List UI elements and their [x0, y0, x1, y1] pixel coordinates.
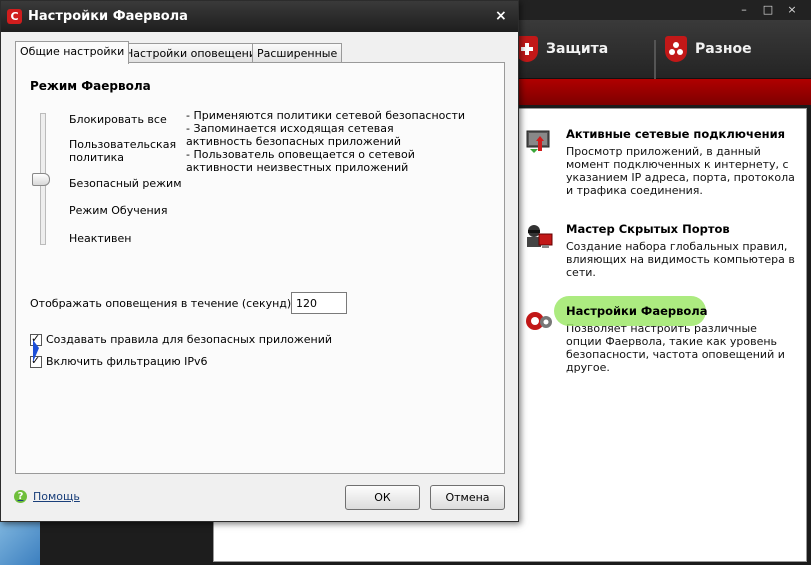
level-training-mode: Режим Обучения — [69, 204, 168, 217]
tab-general-settings[interactable]: Общие настройки — [15, 41, 130, 64]
list-item-active-connections[interactable]: Активные сетевые подключения Просмотр пр… — [526, 127, 796, 197]
tab-protection-label: Защита — [546, 41, 609, 57]
create-rules-label: Создавать правила для безопасных приложе… — [46, 333, 333, 346]
item-description: Создание набора глобальных правил, влияю… — [566, 240, 795, 279]
mouse-cursor-icon — [33, 340, 39, 362]
create-rules-checkbox-row[interactable]: Создавать правила для безопасных приложе… — [30, 332, 333, 346]
dialog-title: Настройки Фаервола — [28, 9, 188, 24]
tab-misc-label: Разное — [695, 41, 752, 57]
network-connections-icon — [526, 130, 550, 153]
tab-misc[interactable]: Разное — [665, 20, 752, 78]
item-description: Позволяет настроить различные опции Фаер… — [566, 322, 785, 374]
maximize-icon[interactable]: □ — [759, 2, 777, 18]
list-item-firewall-settings[interactable]: Настройки Фаервола Позволяет настроить р… — [526, 296, 796, 374]
description-line: - Применяются политики сетевой безопасно… — [186, 109, 466, 122]
firewall-settings-icon — [526, 312, 552, 330]
help-label: Помощь — [33, 490, 80, 503]
description-line: - Запоминается исходящая сетевая активно… — [186, 122, 402, 148]
item-title: Активные сетевые подключения — [566, 127, 786, 141]
firewall-mode-title: Режим Фаервола — [30, 79, 151, 93]
level-block-all: Блокировать все — [69, 113, 167, 126]
tab-notification-settings[interactable]: Настройки оповещений — [120, 43, 269, 63]
firewall-settings-dialog: C Настройки Фаервола × Общие настройки Н… — [0, 0, 519, 522]
dialog-titlebar[interactable]: C Настройки Фаервола × — [1, 1, 518, 32]
item-description: Просмотр приложений, в данный момент под… — [566, 145, 795, 197]
mode-description: - Применяются политики сетевой безопасно… — [186, 109, 486, 174]
close-icon[interactable]: × — [783, 2, 801, 18]
tab-advanced[interactable]: Расширенные — [252, 43, 343, 63]
level-safe-mode: Безопасный режим — [69, 177, 182, 190]
app-logo-icon: C — [7, 9, 22, 24]
general-settings-panel: Режим Фаервола Блокировать все Пользоват… — [15, 62, 505, 474]
ipv6-checkbox-row[interactable]: Включить фильтрацию IPv6 — [30, 354, 208, 368]
item-title: Настройки Фаервола — [566, 304, 708, 318]
stealth-ports-icon — [527, 225, 553, 248]
ok-button[interactable]: ОК — [345, 485, 420, 510]
ipv6-label: Включить фильтрацию IPv6 — [46, 355, 208, 368]
minimize-icon[interactable]: – — [735, 2, 753, 18]
desktop-background — [0, 520, 40, 565]
notify-duration-label: Отображать оповещения в течение (секунд)… — [30, 297, 295, 310]
shield-dots-icon — [665, 36, 687, 62]
slider-thumb[interactable] — [32, 173, 50, 186]
shield-plus-icon — [516, 36, 538, 62]
help-link[interactable]: ? Помощь — [14, 490, 80, 503]
level-disabled: Неактивен — [69, 232, 132, 245]
tab-protection[interactable]: Защита — [516, 20, 608, 78]
description-line: - Пользователь оповещается о сетевой акт… — [186, 148, 415, 174]
level-custom-policy: Пользовательская политика — [69, 138, 177, 164]
list-item-stealth-ports[interactable]: Мастер Скрытых Портов Создание набора гл… — [527, 222, 796, 279]
cancel-button[interactable]: Отмена — [430, 485, 505, 510]
help-icon: ? — [14, 490, 27, 503]
notify-duration-input[interactable] — [291, 292, 347, 314]
close-icon[interactable]: × — [495, 8, 507, 24]
item-title: Мастер Скрытых Портов — [566, 222, 730, 236]
